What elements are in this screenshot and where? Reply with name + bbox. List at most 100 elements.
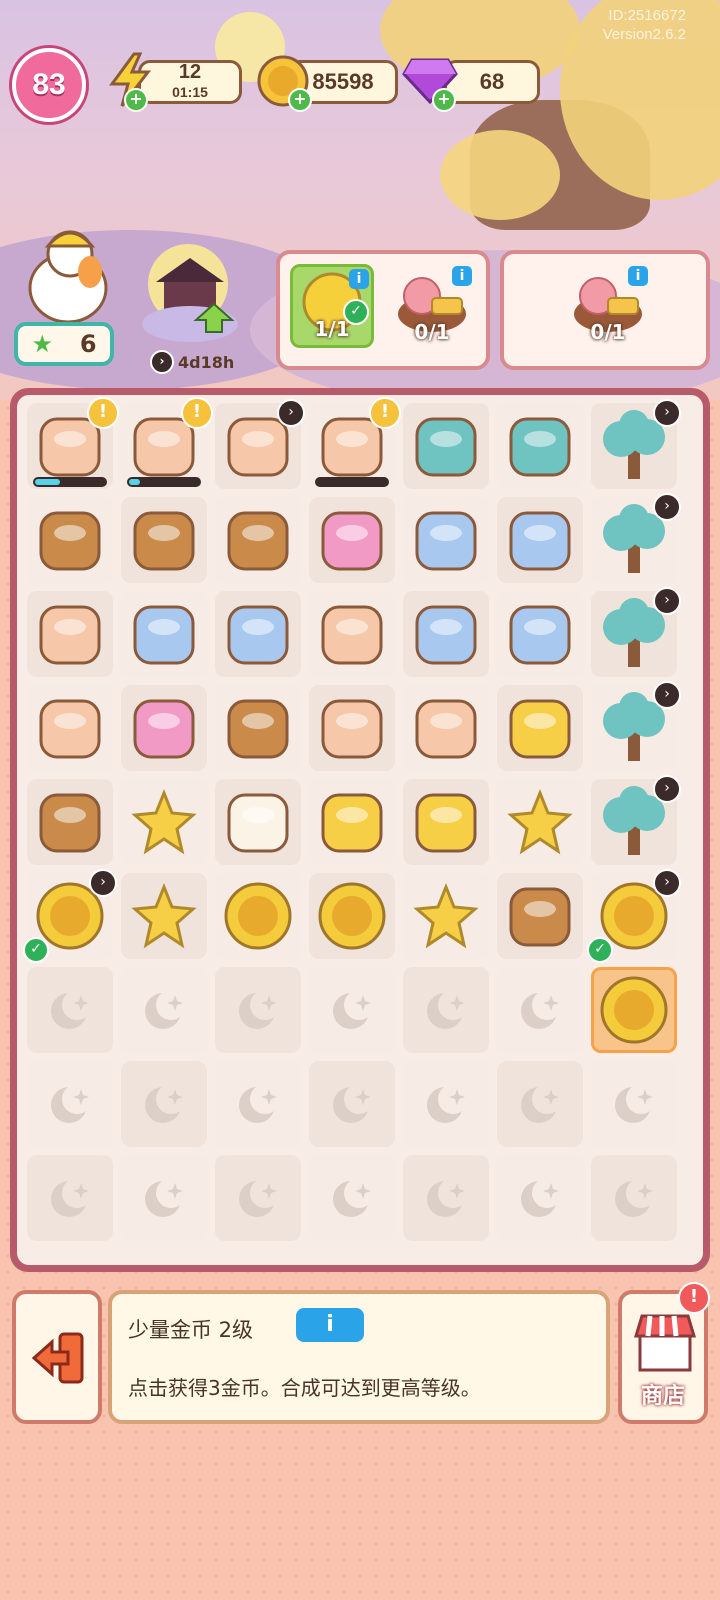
- board-cell[interactable]: [215, 873, 301, 959]
- board-cell[interactable]: ›: [215, 399, 305, 489]
- board-cell[interactable]: › ✓: [587, 869, 681, 963]
- generator-arrow-icon: ›: [653, 869, 681, 897]
- alert-icon: !: [87, 397, 119, 429]
- board-cell[interactable]: ›: [591, 681, 681, 771]
- board-cell[interactable]: [403, 591, 489, 677]
- board-cell[interactable]: [403, 1155, 489, 1241]
- board-cell[interactable]: [403, 967, 489, 1053]
- board-cell[interactable]: [497, 685, 583, 771]
- board-cell[interactable]: [27, 685, 113, 771]
- order-slot-coin[interactable]: 1/1 ✓ i: [290, 264, 374, 348]
- board-cell[interactable]: [121, 779, 207, 865]
- board-cell[interactable]: [497, 497, 583, 583]
- board-cell[interactable]: [215, 497, 301, 583]
- board-cell[interactable]: [215, 967, 301, 1053]
- board-cell[interactable]: [497, 967, 583, 1053]
- board-cell[interactable]: [121, 497, 207, 583]
- board-cell[interactable]: [497, 591, 583, 677]
- add-energy-button[interactable]: +: [124, 88, 148, 112]
- loom-icon: [127, 503, 201, 577]
- alert-icon: !: [678, 1282, 710, 1314]
- board-cell[interactable]: [309, 1155, 395, 1241]
- info-button[interactable]: i: [628, 266, 648, 286]
- board-cell[interactable]: [215, 1061, 301, 1147]
- info-button[interactable]: i: [452, 266, 472, 286]
- board-cell[interactable]: [403, 1061, 489, 1147]
- board-cell[interactable]: [27, 591, 113, 677]
- board-cell[interactable]: [121, 685, 207, 771]
- board-cell[interactable]: [403, 873, 489, 959]
- star-counter[interactable]: ★ 6: [14, 322, 114, 366]
- coin-value: 85598: [312, 69, 374, 94]
- board-cell[interactable]: ›: [591, 775, 681, 865]
- duck-worker-avatar[interactable]: [18, 212, 118, 324]
- star-icon: [127, 879, 201, 953]
- loom-icon: [221, 503, 295, 577]
- board-cell[interactable]: !: [309, 397, 401, 489]
- board-cell[interactable]: [215, 591, 301, 677]
- check-icon: ✓: [587, 937, 613, 963]
- board-cell[interactable]: !: [27, 397, 119, 489]
- board-cell[interactable]: [591, 1061, 677, 1147]
- item-info-button[interactable]: i: [296, 1308, 364, 1342]
- add-gems-button[interactable]: +: [432, 88, 456, 112]
- add-coins-button[interactable]: +: [288, 88, 312, 112]
- moon-palace-event-icon[interactable]: [136, 240, 248, 350]
- board-cell[interactable]: [403, 497, 489, 583]
- board-cell[interactable]: [27, 967, 113, 1053]
- board-cell[interactable]: [497, 873, 583, 959]
- check-icon: ✓: [23, 937, 49, 963]
- board-cell[interactable]: !: [121, 397, 213, 489]
- board-cell[interactable]: [215, 1155, 301, 1241]
- board-cell[interactable]: › ✓: [23, 869, 117, 963]
- order-panel-1[interactable]: 1/1 ✓ i 0/1 i: [276, 250, 490, 370]
- board-cell[interactable]: [121, 591, 207, 677]
- board-cell[interactable]: [27, 779, 113, 865]
- board-cell[interactable]: [309, 685, 395, 771]
- gem-counter[interactable]: 68: [444, 60, 540, 104]
- board-cell[interactable]: [309, 967, 395, 1053]
- board-cell[interactable]: [309, 1061, 395, 1147]
- board-cell[interactable]: [497, 1061, 583, 1147]
- board-cell[interactable]: [121, 1155, 207, 1241]
- crescent-moon-icon: [235, 987, 281, 1033]
- exit-button[interactable]: [12, 1290, 102, 1424]
- board-cell[interactable]: [309, 497, 395, 583]
- board-cell[interactable]: ›: [591, 587, 681, 677]
- board-cell[interactable]: [403, 685, 489, 771]
- board-cell[interactable]: [121, 967, 207, 1053]
- board-cell[interactable]: [27, 1155, 113, 1241]
- board-cell[interactable]: [215, 685, 301, 771]
- shop-icon: [633, 1314, 697, 1372]
- order-slot-mooncake[interactable]: 0/1 i: [390, 264, 474, 348]
- board-cell[interactable]: [591, 1155, 677, 1241]
- energy-counter[interactable]: 12 01:15: [138, 60, 242, 104]
- twig-icon: [33, 785, 107, 859]
- order-slot-mooncake[interactable]: 0/1 i: [566, 264, 650, 348]
- board-cell[interactable]: [215, 779, 301, 865]
- board-cell[interactable]: [309, 779, 395, 865]
- crescent-moon-icon: [47, 987, 93, 1033]
- board-cell[interactable]: [27, 497, 113, 583]
- board-cell[interactable]: [591, 967, 677, 1053]
- board-cell[interactable]: ›: [591, 493, 681, 583]
- info-button[interactable]: i: [349, 269, 369, 289]
- board-cell[interactable]: ›: [591, 399, 681, 489]
- board-cell[interactable]: [309, 591, 395, 677]
- order-panel-2[interactable]: 0/1 i: [500, 250, 710, 370]
- board-cell[interactable]: [403, 403, 489, 489]
- piggy-bank-icon: [503, 879, 577, 953]
- board-cell[interactable]: [309, 873, 395, 959]
- board-cell[interactable]: [497, 403, 583, 489]
- player-level-badge[interactable]: 83: [12, 48, 86, 122]
- board-cell[interactable]: [121, 1061, 207, 1147]
- board-cell[interactable]: [497, 1155, 583, 1241]
- board-cell[interactable]: [403, 779, 489, 865]
- crescent-moon-icon: [47, 1175, 93, 1221]
- board-cell[interactable]: [497, 779, 583, 865]
- crescent-moon-icon: [235, 1081, 281, 1127]
- shop-button[interactable]: 商店 !: [618, 1282, 710, 1424]
- crescent-moon-icon: [141, 1081, 187, 1127]
- board-cell[interactable]: [121, 873, 207, 959]
- board-cell[interactable]: [27, 1061, 113, 1147]
